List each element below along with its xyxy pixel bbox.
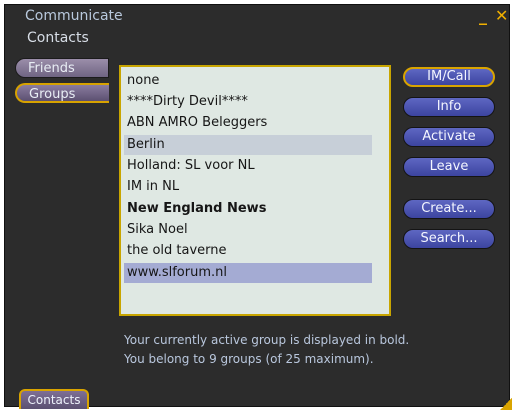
list-item[interactable]: Sika Noel	[124, 220, 372, 240]
create-button[interactable]: Create...	[403, 199, 495, 219]
tab-groups[interactable]: Groups	[15, 83, 109, 103]
list-item[interactable]: New England News	[124, 199, 372, 219]
window-title: Communicate	[25, 8, 123, 24]
list-item[interactable]: the old taverne	[124, 241, 372, 261]
activate-button[interactable]: Activate	[403, 127, 495, 147]
list-item[interactable]: ****Dirty Devil****	[124, 92, 372, 112]
groups-list[interactable]: none ****Dirty Devil**** ABN AMRO Belegg…	[119, 65, 391, 316]
list-item[interactable]: ABN AMRO Beleggers	[124, 113, 372, 133]
leave-button[interactable]: Leave	[403, 157, 495, 177]
status-text-group-count: You belong to 9 groups (of 25 maximum).	[124, 352, 374, 366]
status-text-active-group: Your currently active group is displayed…	[124, 333, 410, 347]
info-button[interactable]: Info	[403, 97, 495, 117]
list-item[interactable]: www.slforum.nl	[124, 263, 372, 283]
im-call-button[interactable]: IM/Call	[403, 67, 495, 87]
list-item[interactable]: none	[124, 71, 372, 91]
minimize-icon[interactable]: _	[479, 6, 487, 25]
list-item[interactable]: Holland: SL voor NL	[124, 156, 372, 176]
contacts-bottom-tab[interactable]: Contacts	[19, 389, 89, 409]
list-item[interactable]: IM in NL	[124, 177, 372, 197]
tab-friends[interactable]: Friends	[15, 58, 109, 78]
list-item[interactable]: Berlin	[124, 135, 372, 155]
window-titlebar[interactable]: Communicate _ ✕	[5, 5, 509, 27]
search-button[interactable]: Search...	[403, 229, 495, 249]
close-icon[interactable]: ✕	[495, 6, 508, 25]
communicate-window: Communicate _ ✕ Contacts Friends Groups …	[4, 4, 512, 410]
contacts-heading: Contacts	[27, 30, 89, 46]
resize-grip-icon[interactable]	[500, 398, 512, 410]
